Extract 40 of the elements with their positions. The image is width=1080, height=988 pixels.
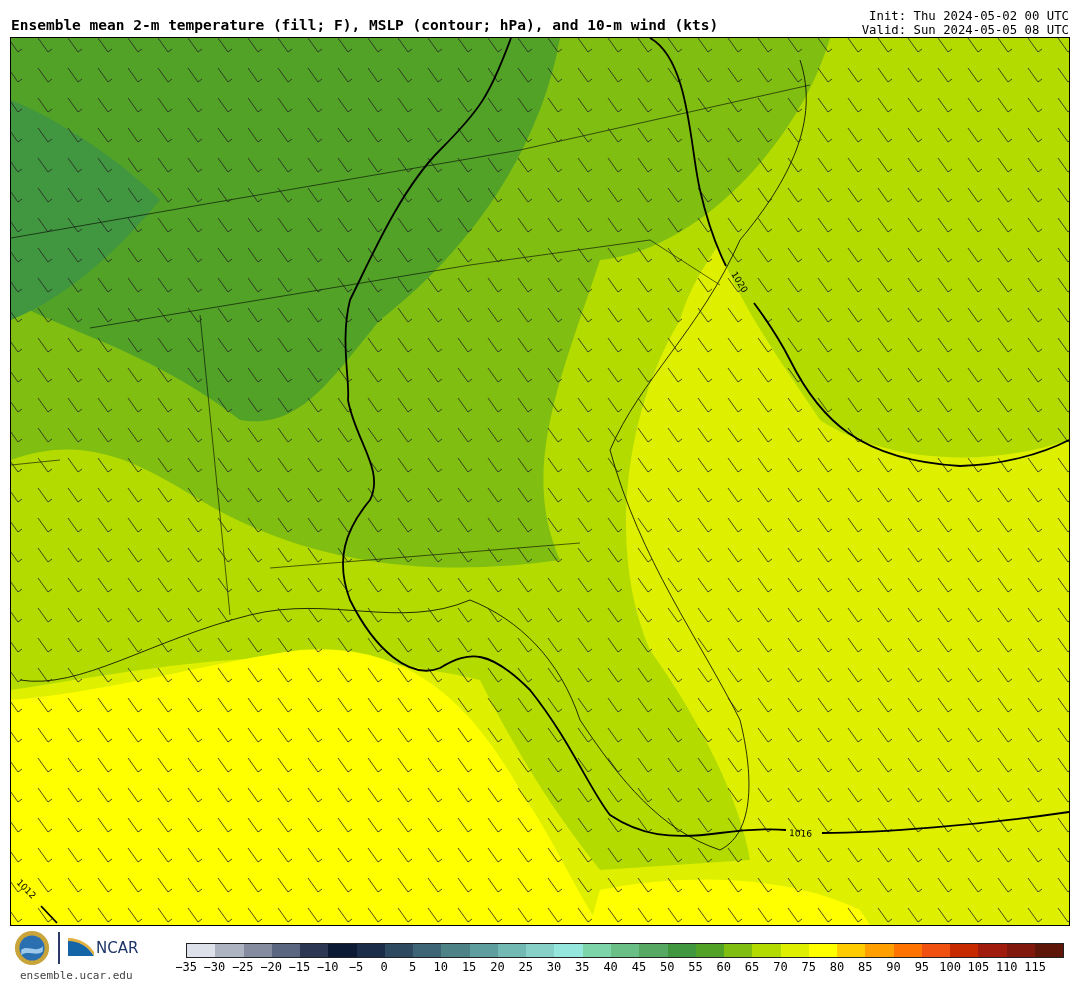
- tick-label: 105: [966, 960, 991, 974]
- tick-label: 85: [857, 960, 874, 974]
- tick-label: 0: [379, 960, 389, 974]
- tick-label: 95: [913, 960, 931, 974]
- tick-label: 35: [574, 960, 591, 974]
- tick-label: −35: [174, 960, 198, 974]
- isobar-label: 1016: [788, 828, 813, 839]
- tick-label: 65: [743, 960, 761, 974]
- tick-label: 115: [1023, 960, 1047, 974]
- org-logo-text: NCAR: [96, 939, 139, 957]
- tick-label: 100: [938, 960, 962, 974]
- tick-label: 90: [885, 960, 902, 974]
- tick-label: 60: [715, 960, 732, 974]
- tick-label: 75: [800, 960, 817, 974]
- init-time: Init: Thu 2024-05-02 00 UTC: [868, 9, 1069, 23]
- tick-label: 80: [828, 960, 846, 974]
- valid-time: Valid: Sun 2024-05-05 08 UTC: [861, 23, 1069, 37]
- tick-label: 55: [687, 960, 704, 974]
- tick-label: 5: [407, 960, 418, 974]
- isobar-line: [40, 905, 58, 924]
- tick-label: 50: [658, 960, 676, 974]
- site-url: ensemble.ucar.edu: [20, 969, 133, 982]
- tick-label: 15: [460, 960, 478, 974]
- tick-label: −25: [230, 960, 255, 974]
- tick-label: 45: [630, 960, 648, 974]
- tick-label: −30: [202, 960, 227, 974]
- wave-logo-icon: [68, 938, 94, 958]
- tick-label: −20: [259, 960, 283, 974]
- tick-label: 25: [517, 960, 534, 974]
- tick-label: 110: [994, 960, 1019, 974]
- tick-label: −5: [347, 960, 365, 974]
- tick-label: 10: [432, 960, 450, 974]
- map-title: Ensemble mean 2-m temperature (fill; F), MSLP (contour; hPa), and 10-m wind (kts): [11, 17, 719, 35]
- tick-label: 30: [545, 960, 563, 974]
- tick-label: −15: [287, 960, 312, 974]
- seal-logo-icon: [14, 930, 50, 966]
- tick-label: 70: [772, 960, 789, 974]
- tick-label: 20: [489, 960, 506, 974]
- tick-label: 40: [602, 960, 619, 974]
- tick-label: −10: [315, 960, 340, 974]
